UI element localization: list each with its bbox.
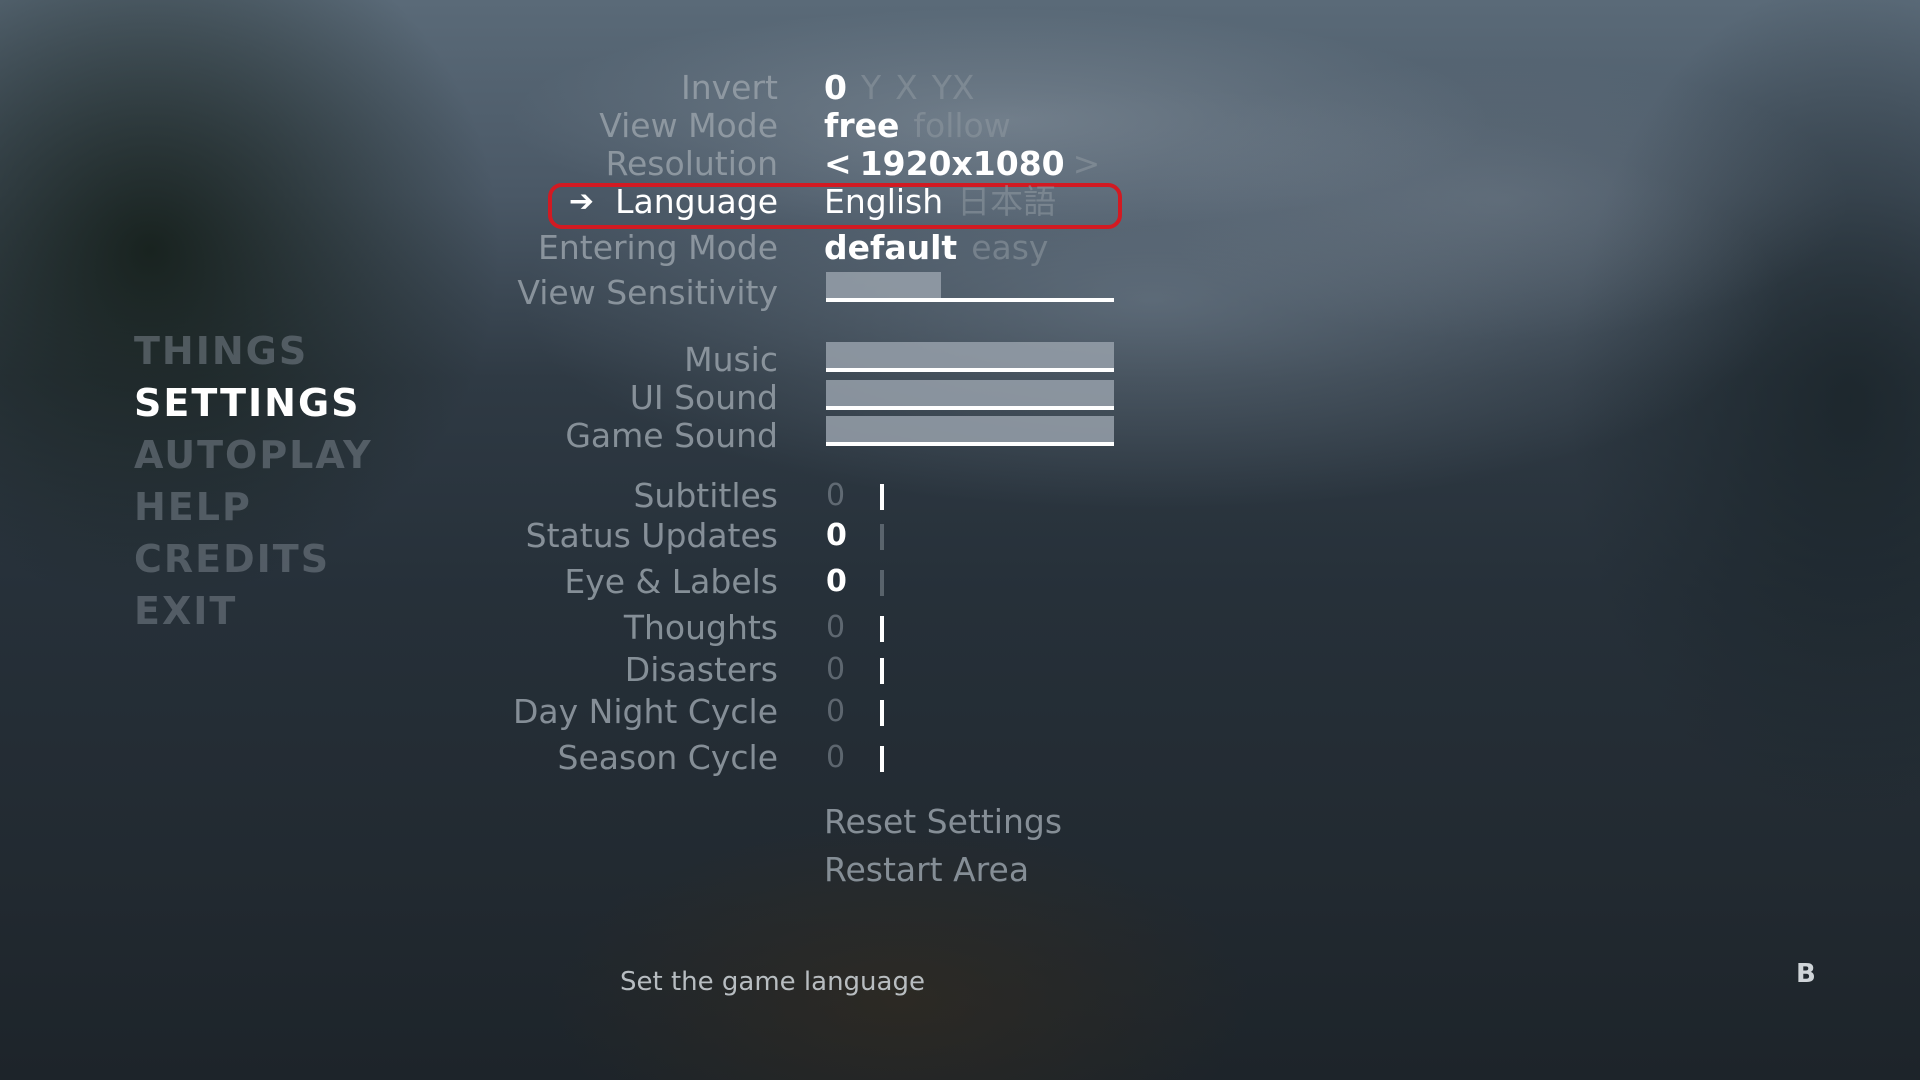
setting-label: UI Sound — [629, 378, 778, 417]
slider-fill — [826, 380, 1114, 406]
invert-options: 0 Y X YX — [824, 68, 989, 108]
entering-mode-option-easy[interactable]: easy — [971, 228, 1048, 267]
invert-option-0[interactable]: 0 — [824, 68, 847, 107]
slider-track — [826, 368, 1114, 372]
setting-label: Game Sound — [565, 416, 778, 455]
view-mode-options: free follow — [824, 106, 1025, 146]
hint-text: Set the game language — [620, 967, 925, 997]
toggle-on-option[interactable] — [880, 700, 884, 726]
setting-label: Subtitles — [633, 476, 778, 515]
setting-label: View Mode — [599, 106, 778, 145]
language-options: English 日本語 — [824, 182, 1070, 222]
toggle-off-option[interactable]: 0 — [826, 562, 847, 602]
slider-track — [826, 442, 1114, 446]
setting-toggle-row: Subtitles 0 — [0, 476, 1920, 516]
invert-option-yx[interactable]: YX — [932, 68, 975, 107]
music-slider[interactable] — [826, 342, 1114, 372]
resolution-value: 1920x1080 — [859, 144, 1065, 183]
setting-toggle-row: Eye & Labels 0 — [0, 562, 1920, 602]
setting-resolution: Resolution <1920x1080 > — [0, 144, 1920, 184]
setting-toggle-row: Status Updates 0 — [0, 516, 1920, 556]
setting-label: Disasters — [624, 650, 778, 689]
setting-invert: Invert 0 Y X YX — [0, 68, 1920, 108]
toggle-on-option[interactable] — [880, 524, 884, 550]
toggle-off-option[interactable]: 0 — [826, 692, 845, 732]
back-button[interactable]: B — [1796, 954, 1816, 994]
setting-toggle-row: Disasters 0 — [0, 650, 1920, 690]
game-sound-slider[interactable] — [826, 416, 1114, 446]
slider-track — [826, 298, 1114, 302]
setting-label: Language — [615, 182, 778, 221]
setting-label: Thoughts — [623, 608, 778, 647]
toggle-off-option[interactable]: 0 — [826, 516, 847, 556]
setting-label: View Sensitivity — [517, 273, 778, 312]
invert-option-y[interactable]: Y — [861, 68, 881, 107]
setting-label: Entering Mode — [537, 228, 778, 267]
setting-toggle-row: Season Cycle 0 — [0, 738, 1920, 778]
slider-fill — [826, 342, 1114, 368]
language-option-japanese[interactable]: 日本語 — [957, 182, 1056, 221]
setting-label: Day Night Cycle — [513, 692, 778, 731]
setting-language: ➔ Language English 日本語 — [0, 182, 1920, 222]
setting-label: Status Updates — [525, 516, 778, 555]
entering-mode-option-default[interactable]: default — [824, 228, 957, 267]
slider-fill — [826, 272, 942, 298]
setting-label: Resolution — [605, 144, 778, 183]
reset-settings-button[interactable]: Reset Settings — [824, 802, 1062, 842]
view-mode-option-free[interactable]: free — [824, 106, 899, 145]
chevron-right-icon[interactable]: > — [1073, 144, 1101, 183]
slider-track — [826, 406, 1114, 410]
ui-sound-slider[interactable] — [826, 380, 1114, 410]
toggle-on-option[interactable] — [880, 746, 884, 772]
view-sensitivity-slider[interactable] — [826, 272, 1114, 302]
toggle-off-option[interactable]: 0 — [826, 476, 845, 516]
invert-option-x[interactable]: X — [895, 68, 918, 107]
toggle-on-option[interactable] — [880, 484, 884, 510]
slider-fill — [826, 416, 1114, 442]
setting-view-mode: View Mode free follow — [0, 106, 1920, 146]
restart-area-button[interactable]: Restart Area — [824, 850, 1029, 890]
toggle-on-option[interactable] — [880, 616, 884, 642]
resolution-selector: <1920x1080 > — [824, 144, 1100, 184]
toggle-off-option[interactable]: 0 — [826, 608, 845, 648]
setting-toggle-row: Day Night Cycle 0 — [0, 692, 1920, 732]
arrow-right-icon: ➔ — [568, 184, 594, 219]
toggle-on-option[interactable] — [880, 658, 884, 684]
setting-label: Music — [684, 340, 778, 379]
toggle-on-option[interactable] — [880, 570, 884, 596]
setting-toggle-row: Thoughts 0 — [0, 608, 1920, 648]
language-option-english[interactable]: English — [824, 182, 943, 221]
setting-entering-mode: Entering Mode default easy — [0, 228, 1920, 268]
entering-mode-options: default easy — [824, 228, 1062, 268]
toggle-off-option[interactable]: 0 — [826, 650, 845, 690]
setting-label: Eye & Labels — [564, 562, 778, 601]
setting-label: Invert — [681, 68, 778, 107]
view-mode-option-follow[interactable]: follow — [913, 106, 1010, 145]
chevron-left-icon[interactable]: < — [824, 144, 852, 183]
toggle-off-option[interactable]: 0 — [826, 738, 845, 778]
setting-label: Season Cycle — [557, 738, 778, 777]
